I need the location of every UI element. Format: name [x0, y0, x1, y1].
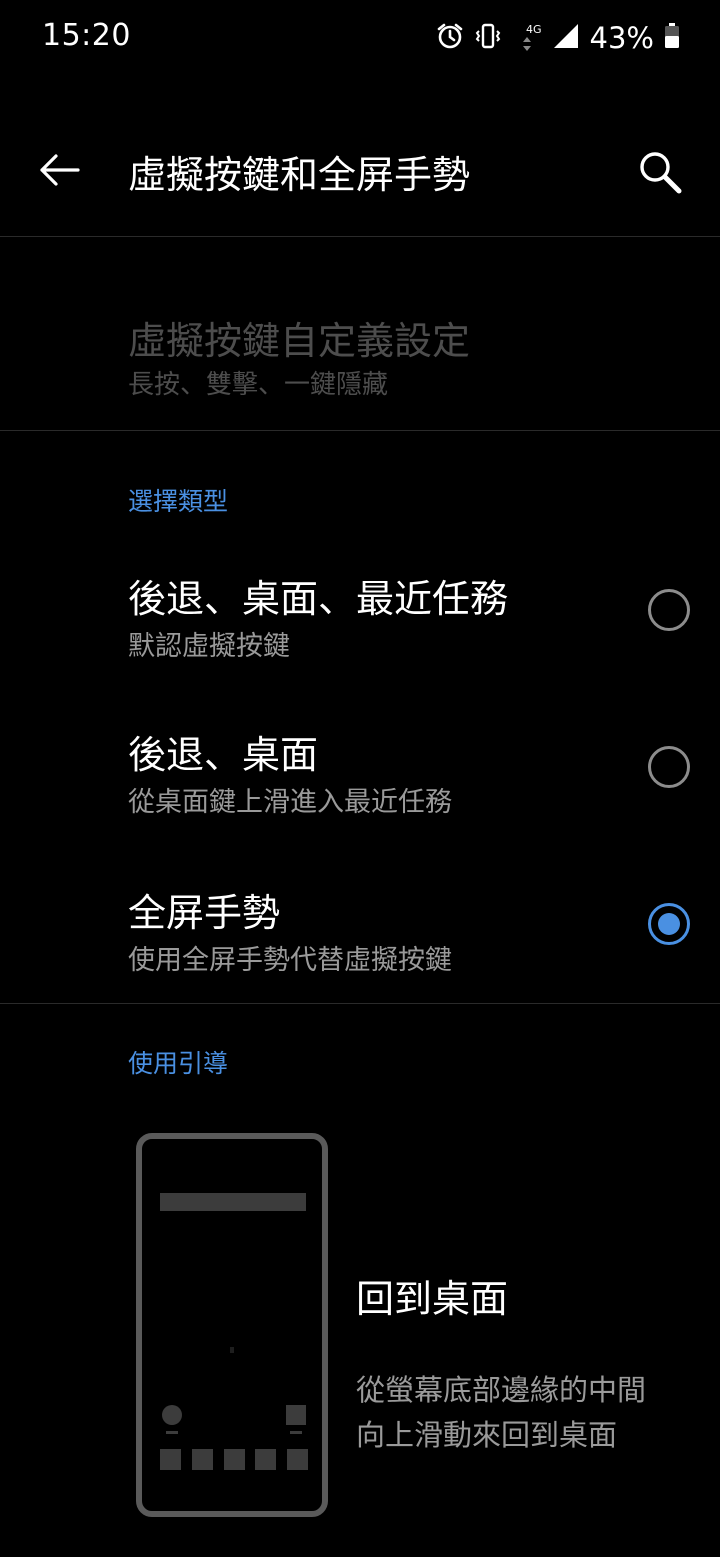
section-header-select-type: 選擇類型	[128, 487, 229, 516]
phone-dock-icon	[255, 1449, 277, 1470]
option-title: 後退、桌面、最近任務	[128, 577, 509, 621]
phone-app-square	[286, 1405, 306, 1425]
phone-app-label	[290, 1431, 302, 1434]
radio-button-selected[interactable]	[648, 903, 690, 945]
option-two-keys[interactable]: 後退、桌面 從桌面鍵上滑進入最近任務	[0, 712, 720, 852]
arrow-left-icon	[40, 154, 80, 186]
option-three-keys[interactable]: 後退、桌面、最近任務 默認虛擬按鍵	[0, 556, 720, 696]
signal-icon	[552, 22, 580, 54]
vibrate-icon	[474, 22, 502, 54]
radio-button[interactable]	[648, 589, 690, 631]
phone-app-label	[166, 1431, 178, 1434]
status-bar: 15:20 4G 43%	[0, 0, 720, 76]
phone-dock	[160, 1449, 308, 1471]
option-subtitle: 默認虛擬按鍵	[128, 631, 290, 662]
phone-dock-icon	[191, 1449, 213, 1470]
guide-title: 回到桌面	[356, 1277, 509, 1321]
customize-keys-subtitle: 長按、雙擊、一鍵隱藏	[128, 370, 389, 400]
phone-app-circle	[162, 1405, 182, 1425]
phone-dot	[230, 1347, 234, 1353]
divider	[0, 236, 720, 237]
radio-button[interactable]	[648, 746, 690, 788]
status-icons: 4G 43%	[436, 18, 680, 58]
option-title: 全屏手勢	[128, 891, 281, 935]
section-header-guide: 使用引導	[128, 1049, 229, 1078]
phone-dock-icon	[287, 1449, 308, 1470]
phone-dock-icon	[223, 1449, 245, 1470]
page-title: 虛擬按鍵和全屏手勢	[128, 153, 471, 197]
guide-description-line: 從螢幕底部邊緣的中間	[356, 1373, 647, 1407]
option-subtitle: 使用全屏手勢代替虛擬按鍵	[128, 945, 452, 976]
divider	[0, 430, 720, 431]
app-bar: 虛擬按鍵和全屏手勢	[0, 110, 720, 230]
phone-screen	[142, 1147, 322, 1503]
phone-dock-icon	[160, 1449, 181, 1470]
phone-illustration	[136, 1133, 328, 1517]
option-subtitle: 從桌面鍵上滑進入最近任務	[128, 787, 452, 818]
battery-percent: 43%	[589, 21, 654, 55]
search-icon	[640, 152, 682, 194]
customize-keys-item: 虛擬按鍵自定義設定 長按、雙擊、一鍵隱藏	[0, 290, 720, 420]
search-button[interactable]	[628, 140, 692, 204]
phone-search-bar	[160, 1193, 306, 1211]
option-title: 後退、桌面	[128, 733, 319, 777]
guide-description-line: 向上滑動來回到桌面	[356, 1418, 618, 1452]
status-time: 15:20	[42, 18, 131, 53]
option-fullscreen-gestures[interactable]: 全屏手勢 使用全屏手勢代替虛擬按鍵	[0, 870, 720, 1010]
back-button[interactable]	[30, 140, 90, 200]
battery-icon	[664, 22, 680, 54]
network-type-label: 4G	[526, 22, 542, 36]
alarm-icon	[436, 22, 464, 54]
guide-description: 從螢幕底部邊緣的中間 向上滑動來回到桌面	[356, 1368, 686, 1458]
divider	[0, 1003, 720, 1004]
data-arrows-icon: 4G	[512, 24, 542, 53]
customize-keys-title: 虛擬按鍵自定義設定	[128, 319, 471, 363]
